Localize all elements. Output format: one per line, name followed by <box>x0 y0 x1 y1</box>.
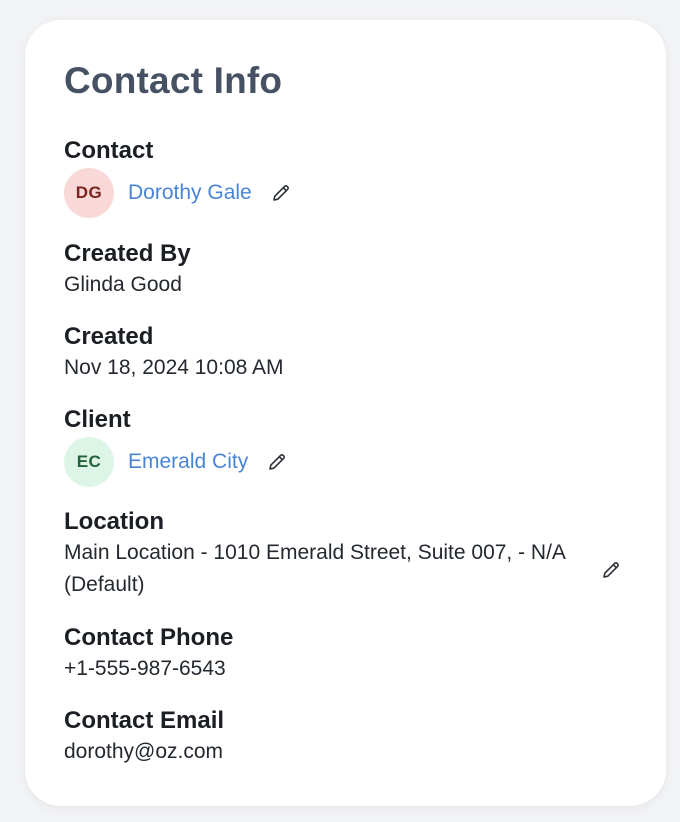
location-value: Main Location - 1010 Emerald Street, Sui… <box>64 541 565 596</box>
contact-info-card: Contact Info Contact DG Dorothy Gale Cre… <box>25 20 666 806</box>
created-field: Created Nov 18, 2024 10:08 AM <box>64 322 284 384</box>
contact-row: DG Dorothy Gale <box>64 168 292 218</box>
contact-phone-value: +1-555-987-6543 <box>64 657 226 680</box>
client-name-link[interactable]: Emerald City <box>128 450 248 474</box>
location-label: Location <box>64 508 164 535</box>
contact-label: Contact <box>64 137 154 164</box>
client-avatar: EC <box>64 437 114 487</box>
edit-contact-button[interactable] <box>270 182 292 204</box>
created-by-label: Created By <box>64 240 191 267</box>
contact-email-field: Contact Email dorothy@oz.com <box>64 706 224 768</box>
client-row: EC Emerald City <box>64 437 288 487</box>
created-by-field: Created By Glinda Good <box>64 239 191 301</box>
contact-email-value: dorothy@oz.com <box>64 740 224 763</box>
contact-email-label: Contact Email <box>64 707 225 734</box>
created-value: Nov 18, 2024 10:08 AM <box>64 356 284 379</box>
edit-client-button[interactable] <box>266 451 288 473</box>
location-field: Location Main Location - 1010 Emerald St… <box>64 507 626 601</box>
contact-name-link[interactable]: Dorothy Gale <box>128 181 252 205</box>
contact-field: Contact DG Dorothy Gale <box>64 136 292 218</box>
created-label: Created <box>64 323 154 350</box>
client-label: Client <box>64 406 131 433</box>
contact-avatar: DG <box>64 168 114 218</box>
client-field: Client EC Emerald City <box>64 405 288 487</box>
location-row: Main Location - 1010 Emerald Street, Sui… <box>64 537 626 601</box>
contact-phone-label: Contact Phone <box>64 624 234 651</box>
edit-location-button[interactable] <box>600 559 622 581</box>
created-by-value: Glinda Good <box>64 273 182 296</box>
contact-phone-field: Contact Phone +1-555-987-6543 <box>64 623 233 685</box>
card-title: Contact Info <box>64 60 283 101</box>
pencil-icon <box>603 562 619 578</box>
pencil-icon <box>272 185 289 201</box>
pencil-icon <box>269 454 286 470</box>
